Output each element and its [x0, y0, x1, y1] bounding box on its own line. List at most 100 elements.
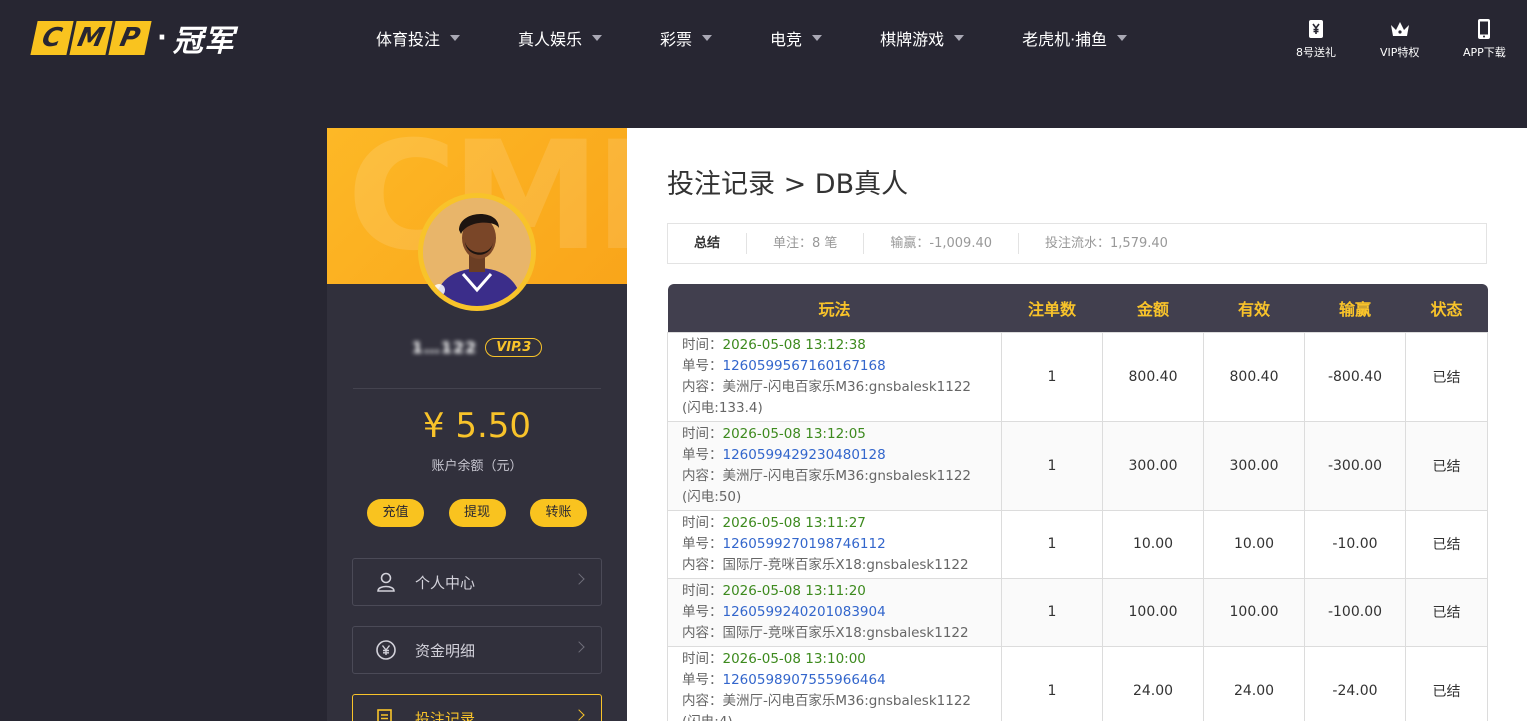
nav-item-esports[interactable]: 电竞: [770, 26, 823, 50]
bet-id[interactable]: 1260599429230480128: [723, 447, 886, 463]
chevron-down-icon: [954, 35, 965, 41]
chevron-down-icon: [812, 35, 823, 41]
time-label: 时间：: [682, 650, 723, 667]
bet-info-cell: 时间：2026-05-08 13:11:20 单号：12605992402010…: [667, 577, 1002, 647]
bet-amount: 800.40: [1102, 331, 1204, 422]
bet-count: 1: [1001, 509, 1103, 579]
bet-amount: 24.00: [1102, 645, 1204, 721]
record-icon: [377, 709, 392, 721]
bet-winloss: -10.00: [1304, 509, 1406, 579]
content-label: 内容：: [682, 556, 723, 573]
bet-id[interactable]: 1260599567160167168: [723, 358, 886, 374]
sidebar-item-profile[interactable]: 个人中心: [352, 558, 602, 606]
id-label: 单号：: [682, 603, 723, 620]
nav-label: 彩票: [660, 30, 693, 49]
user-sidebar: CMP 1…122 VIP.3 ¥ 5.50 账户余额（元） 充值 提现 转账: [327, 128, 627, 721]
deposit-button[interactable]: 充值: [367, 499, 424, 527]
table-row: 时间：2026-05-08 13:12:05 单号：12605994292304…: [667, 420, 1488, 511]
top-bar: C M P · 冠军 体育投注 真人娱乐 彩票 电竞 棋牌游戏 老虎机·捕鱼 8…: [0, 0, 1527, 78]
bet-time: 2026-05-08 13:11:20: [722, 582, 866, 599]
bet-summary: 总结 单注：8 笔 输赢：-1,009.40 投注流水：1,579.40: [667, 223, 1487, 264]
quick-link-gift[interactable]: 8号送礼: [1296, 18, 1336, 60]
bet-content: 国际厅-竞咪百家乐X18:gnsbalesk1122: [722, 624, 969, 641]
bet-time: 2026-05-08 13:10:00: [722, 650, 866, 667]
sidebar-divider: [353, 388, 601, 389]
sidebar-item-bet-records[interactable]: 投注记录: [352, 694, 602, 721]
sidebar-item-label: 资金明细: [415, 641, 476, 660]
bet-amount: 10.00: [1102, 509, 1204, 579]
transfer-button[interactable]: 转账: [530, 499, 587, 527]
bet-content: 美洲厅-闪电百家乐M36:gnsbalesk1122 (闪电:50): [682, 467, 972, 505]
nav-label: 体育投注: [376, 30, 441, 49]
bet-info-cell: 时间：2026-05-08 13:12:05 单号：12605994292304…: [667, 420, 1002, 511]
nav-item-lottery[interactable]: 彩票: [660, 26, 713, 50]
bet-amount: 100.00: [1102, 577, 1204, 647]
nav-item-sports[interactable]: 体育投注: [376, 26, 461, 50]
withdraw-button[interactable]: 提现: [448, 499, 506, 527]
nav-item-card-games[interactable]: 棋牌游戏: [880, 26, 965, 50]
bet-valid: 300.00: [1203, 420, 1305, 511]
chevron-down-icon: [702, 35, 713, 41]
quick-link-label: APP下载: [1463, 46, 1506, 59]
column-header: 输赢: [1338, 299, 1371, 319]
logo[interactable]: C M P · 冠军: [30, 20, 235, 59]
id-label: 单号：: [682, 671, 723, 688]
bet-info-cell: 时间：2026-05-08 13:10:00 单号：12605989075559…: [667, 645, 1002, 721]
main-nav: 体育投注 真人娱乐 彩票 电竞 棋牌游戏 老虎机·捕鱼: [376, 26, 1185, 50]
quick-link-app[interactable]: APP下载: [1463, 18, 1506, 60]
nav-label: 老虎机·捕鱼: [1022, 30, 1108, 49]
bet-winloss: -100.00: [1304, 577, 1406, 647]
nav-label: 棋牌游戏: [880, 30, 945, 49]
table-row: 时间：2026-05-08 13:11:27 单号：12605992701987…: [667, 509, 1488, 579]
column-header: 状态: [1430, 299, 1463, 319]
table-header-row: 玩法 注单数 金额 有效 输赢 状态: [667, 284, 1488, 332]
logo-text: 冠军: [172, 24, 235, 59]
id-label: 单号：: [682, 535, 723, 552]
bet-content: 美洲厅-闪电百家乐M36:gnsbalesk1122 (闪电:133.4): [682, 378, 972, 416]
bet-status: 已结: [1405, 331, 1488, 422]
bet-id[interactable]: 1260599270198746112: [723, 536, 886, 552]
quick-link-label: 8号送礼: [1296, 46, 1336, 59]
content-label: 内容：: [682, 378, 723, 395]
table-row: 时间：2026-05-08 13:10:00 单号：12605989075559…: [667, 645, 1488, 721]
bet-info-cell: 时间：2026-05-08 13:12:38 单号：12605995671601…: [667, 331, 1002, 422]
bet-content: 美洲厅-闪电百家乐M36:gnsbalesk1122 (闪电:4): [682, 692, 972, 721]
nav-item-slots-fishing[interactable]: 老虎机·捕鱼: [1022, 26, 1128, 50]
logo-letter: M: [69, 21, 113, 55]
column-header: 注单数: [1027, 299, 1076, 319]
yen-circle-icon: [376, 640, 396, 660]
bet-time: 2026-05-08 13:12:38: [722, 336, 866, 353]
column-header: 金额: [1136, 299, 1169, 319]
bet-valid: 100.00: [1203, 577, 1305, 647]
username: 1…122: [411, 338, 478, 357]
time-label: 时间：: [682, 582, 723, 599]
column-header: 有效: [1237, 299, 1270, 319]
chevron-down-icon: [592, 35, 603, 41]
bet-count: 1: [1001, 331, 1103, 422]
logo-dot: ·: [157, 23, 167, 53]
summary-count: 单注：8 笔: [747, 233, 865, 254]
avatar-image: [423, 198, 531, 306]
bet-content: 国际厅-竞咪百家乐X18:gnsbalesk1122: [722, 556, 969, 573]
bet-status: 已结: [1405, 509, 1488, 579]
sidebar-item-funds[interactable]: 资金明细: [352, 626, 602, 674]
gift-yen-icon: [1309, 20, 1323, 38]
vip-badge: VIP.3: [485, 338, 543, 357]
wallet-actions: 充值 提现 转账: [367, 499, 587, 527]
bet-id[interactable]: 1260599240201083904: [723, 604, 886, 620]
time-label: 时间：: [682, 336, 723, 353]
bet-amount: 300.00: [1102, 420, 1204, 511]
table-row: 时间：2026-05-08 13:12:38 单号：12605995671601…: [667, 331, 1488, 422]
chevron-down-icon: [450, 35, 461, 41]
sidebar-item-label: 投注记录: [415, 709, 476, 721]
quick-link-vip[interactable]: VIP特权: [1380, 18, 1419, 60]
nav-item-live-casino[interactable]: 真人娱乐: [518, 26, 603, 50]
avatar[interactable]: [418, 193, 536, 311]
id-label: 单号：: [682, 357, 723, 374]
table-row: 时间：2026-05-08 13:11:20 单号：12605992402010…: [667, 577, 1488, 647]
time-label: 时间：: [682, 514, 723, 531]
account-balance: ¥ 5.50: [422, 406, 532, 446]
sidebar-item-label: 个人中心: [415, 573, 476, 592]
content-label: 内容：: [682, 624, 723, 641]
bet-id[interactable]: 1260598907555966464: [723, 672, 886, 688]
